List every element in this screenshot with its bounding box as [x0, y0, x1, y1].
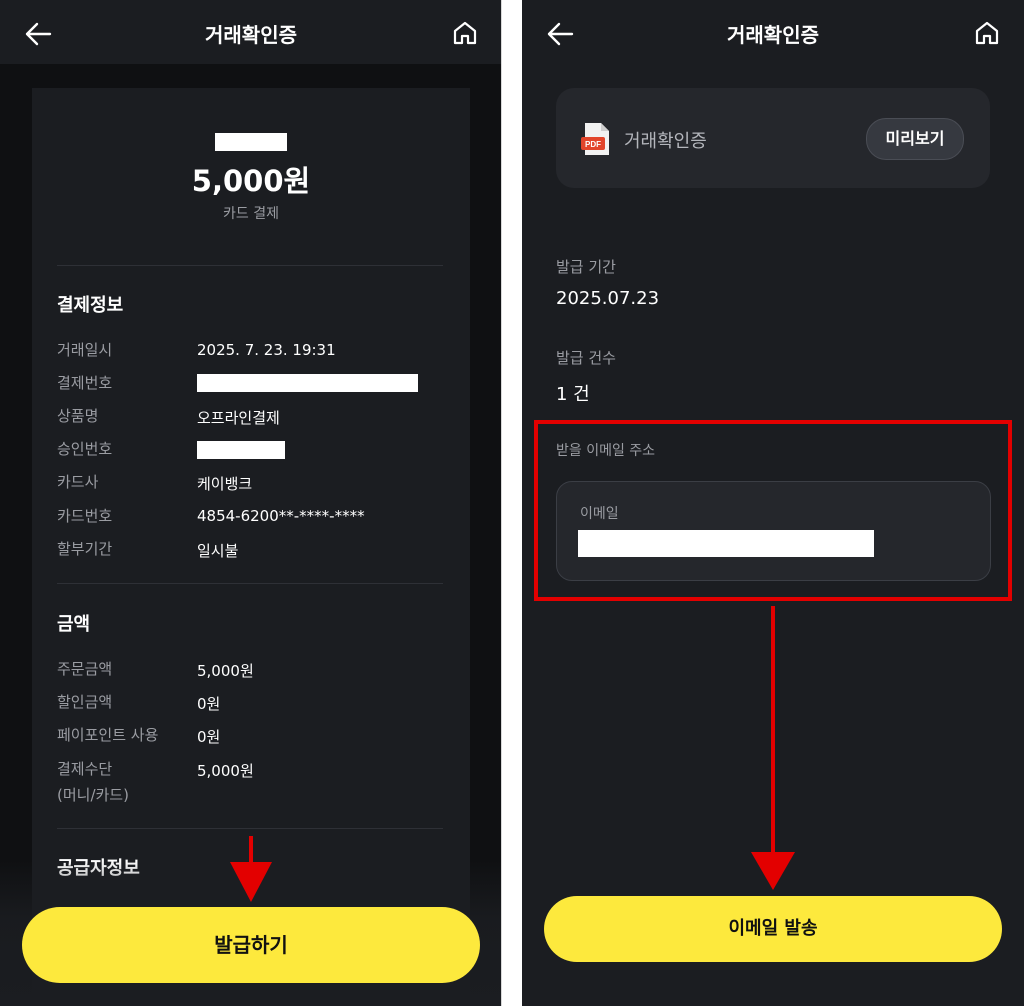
home-icon[interactable] — [452, 20, 478, 46]
value-order-amount: 5,000원 — [197, 662, 254, 680]
label-card-number: 카드번호 — [57, 507, 113, 525]
label-payment-method: 결제수단 — [57, 760, 113, 778]
payment-type: 카드 결제 — [223, 206, 279, 222]
value-card-number: 4854-6200**-****-**** — [197, 507, 365, 525]
value-issue-period: 2025.07.23 — [556, 288, 660, 309]
redacted-merchant-name — [215, 133, 287, 151]
label-discount-amount: 할인금액 — [57, 693, 113, 711]
document-name: 거래확인증 — [624, 131, 707, 152]
redacted-payment-number — [197, 374, 418, 392]
label-transaction-datetime: 거래일시 — [57, 341, 113, 359]
section-title-payment-info: 결제정보 — [57, 295, 124, 316]
label-issue-count: 발급 건수 — [556, 349, 616, 367]
page-title: 거래확인증 — [727, 23, 819, 47]
value-payment-method: 5,000원 — [197, 762, 254, 780]
label-product-name: 상품명 — [57, 407, 99, 425]
label-issue-period: 발급 기간 — [556, 258, 616, 276]
divider — [57, 828, 443, 829]
annotation-arrow-down — [751, 606, 795, 890]
annotation-arrow-down — [230, 836, 272, 902]
label-card-company: 카드사 — [57, 473, 99, 491]
payment-amount: 5,000원 — [191, 164, 311, 198]
value-transaction-datetime: 2025. 7. 23. 19:31 — [197, 341, 336, 359]
left-screen: 거래확인증 5,000원 카드 결제 결제정보 거래일시 2025. 7. 23… — [0, 0, 502, 1006]
screen-gap — [502, 0, 522, 1006]
divider — [57, 583, 443, 584]
label-order-amount: 주문금액 — [57, 660, 113, 678]
value-discount-amount: 0원 — [197, 695, 221, 713]
pdf-file-icon: PDF — [581, 123, 609, 155]
value-card-company: 케이뱅크 — [197, 475, 253, 493]
label-approval-number: 승인번호 — [57, 440, 113, 458]
value-installment: 일시불 — [197, 542, 239, 560]
value-product-name: 오프라인결제 — [197, 409, 280, 427]
header: 거래확인증 — [0, 0, 502, 64]
preview-button[interactable]: 미리보기 — [866, 118, 964, 160]
issue-button[interactable]: 발급하기 — [22, 907, 480, 983]
value-issue-count: 1 건 — [556, 384, 590, 405]
label-pay-point-used: 페이포인트 사용 — [57, 726, 159, 744]
send-email-button[interactable]: 이메일 발송 — [544, 896, 1002, 962]
divider — [57, 265, 443, 266]
label-installment: 할부기간 — [57, 540, 113, 558]
section-title-amount: 금액 — [57, 614, 91, 635]
svg-text:PDF: PDF — [585, 140, 601, 149]
page-title: 거래확인증 — [205, 23, 297, 47]
redacted-approval-number — [197, 441, 285, 459]
home-icon[interactable] — [974, 20, 1000, 46]
annotation-highlight-box — [534, 420, 1012, 601]
value-pay-point-used: 0원 — [197, 728, 221, 746]
header: 거래확인증 — [522, 0, 1024, 64]
label-payment-number: 결제번호 — [57, 374, 113, 392]
label-payment-method-sub: (머니/카드) — [57, 786, 129, 804]
